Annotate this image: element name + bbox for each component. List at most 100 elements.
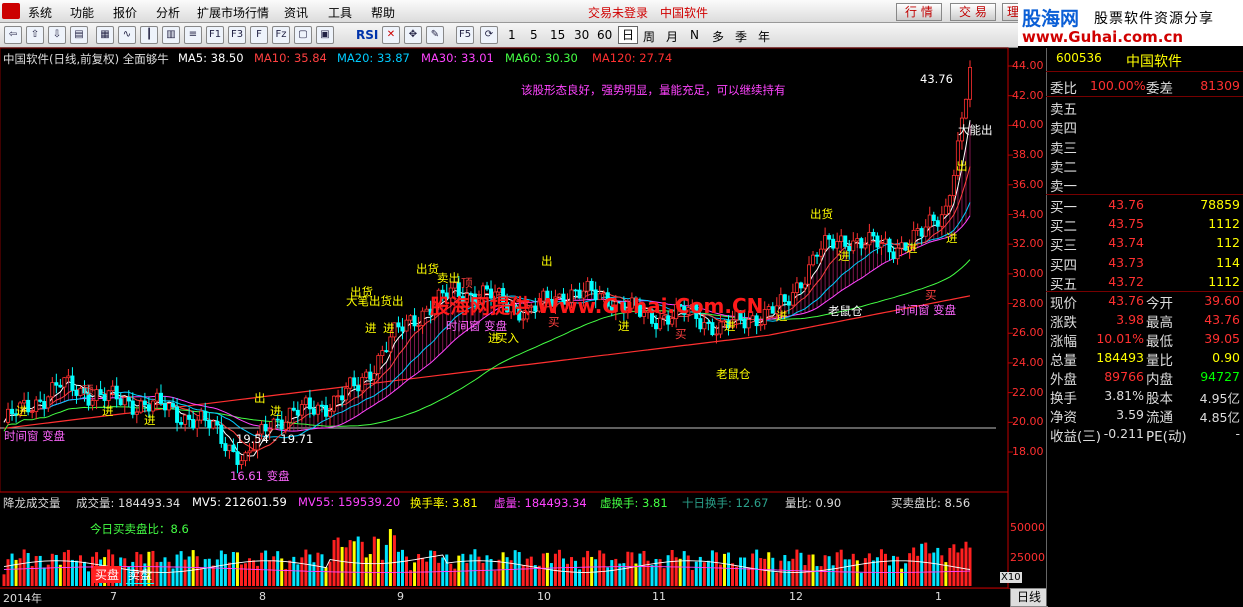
- candle-body: [863, 244, 868, 249]
- quote-stat-value: 0.90: [1212, 350, 1240, 365]
- quote-stat-label: 净资: [1050, 410, 1077, 426]
- candle-body: [839, 235, 844, 242]
- candle-body: [931, 214, 936, 222]
- candle-body: [54, 382, 59, 386]
- volume-bar: [602, 553, 606, 586]
- volume-bar: [690, 569, 694, 586]
- volume-bar: [244, 563, 247, 586]
- candle-body: [360, 377, 365, 392]
- candle-body: [6, 408, 11, 423]
- volume-bar: [26, 553, 30, 586]
- volume-bar: [461, 553, 465, 586]
- candle-body: [831, 238, 836, 249]
- quote-stat-value: 39.60: [1204, 293, 1240, 308]
- buy-volume-button[interactable]: 买盘: [93, 566, 122, 583]
- ask-level-label: 卖五: [1050, 102, 1077, 118]
- candle-body: [150, 400, 155, 412]
- candle-body: [271, 418, 276, 430]
- volume-bar: [356, 536, 360, 586]
- volume-bar: [256, 565, 260, 586]
- volume-bar: [211, 565, 215, 586]
- candle-body: [162, 403, 167, 411]
- banner-slogan: 股票软件资源分享: [1094, 11, 1214, 27]
- volume-bar: [203, 559, 207, 586]
- volume-bar: [582, 557, 586, 586]
- bid-level-volume: 114: [1216, 254, 1240, 270]
- volume-bar: [469, 554, 473, 586]
- candle-body: [372, 373, 377, 380]
- chart-annotation: 买: [548, 315, 560, 329]
- candle-body: [336, 395, 341, 398]
- price-axis-label: 30.00: [1012, 266, 1044, 280]
- volume-bar: [87, 571, 91, 586]
- quote-separator: [1046, 71, 1243, 72]
- price-axis-label: 36.00: [1012, 177, 1044, 191]
- ask-level-label: 卖四: [1050, 121, 1077, 138]
- quote-stat-value: 3.59: [1116, 407, 1144, 422]
- ask-level-label: 卖二: [1050, 159, 1077, 176]
- candle-body: [798, 282, 803, 289]
- volume-bar: [296, 564, 300, 586]
- candle-body: [247, 450, 252, 454]
- volume-bar: [70, 559, 74, 586]
- candle-body: [396, 322, 401, 328]
- volume-bar: [360, 541, 364, 586]
- candle-body: [408, 315, 413, 321]
- candle-body: [223, 443, 228, 452]
- weibi-label: 委比: [1050, 81, 1077, 97]
- volume-bar: [199, 567, 203, 586]
- candle-body: [778, 294, 783, 307]
- price-axis-label: 40.00: [1012, 118, 1044, 132]
- volume-bar: [372, 536, 376, 586]
- bid-level-price: 43.75: [1108, 216, 1144, 232]
- candle-body: [802, 283, 807, 289]
- volume-bar: [268, 560, 272, 586]
- candle-body: [875, 235, 880, 248]
- volume-bar: [706, 560, 710, 586]
- chart-annotation: 进: [776, 309, 788, 323]
- chart-annotation: 卖出: [437, 271, 460, 285]
- candle-body: [368, 371, 373, 380]
- volume-bar: [775, 572, 779, 586]
- volume-bar: [320, 554, 324, 586]
- volume-bar: [578, 569, 582, 586]
- date-label-11: 11: [652, 590, 666, 603]
- quote-stat-label: 最高: [1146, 315, 1173, 331]
- volume-bar: [497, 559, 501, 586]
- candle-body: [416, 325, 421, 327]
- volume-bar: [227, 562, 231, 586]
- bid-level-volume: 1112: [1208, 273, 1240, 289]
- volume-bar: [276, 551, 280, 586]
- chart-annotation: 大笔出货出: [346, 294, 404, 308]
- volume-bar: [384, 544, 388, 586]
- volume-bar: [396, 551, 400, 586]
- volume-bar: [280, 558, 284, 586]
- daily-tab[interactable]: 日线: [1010, 588, 1048, 607]
- stock-name: 中国软件: [1126, 54, 1182, 70]
- volume-bar: [284, 568, 288, 586]
- sell-volume-button[interactable]: 卖盘: [126, 566, 155, 584]
- bid-level-label: 买二: [1050, 219, 1077, 236]
- chart-annotation: 出: [541, 254, 553, 268]
- candle-body: [521, 318, 526, 321]
- bid-level-volume: 78859: [1200, 197, 1240, 212]
- candle-body: [203, 410, 208, 421]
- volume-bar: [755, 549, 759, 586]
- candle-body: [947, 195, 952, 207]
- bid-level-price: 43.72: [1108, 273, 1144, 289]
- chart-annotation: 进: [144, 413, 156, 427]
- candle-body: [388, 336, 393, 353]
- volume-bar: [308, 554, 312, 586]
- candle-body: [963, 98, 968, 119]
- candle-body: [30, 411, 35, 413]
- bid-level-label: 买四: [1050, 257, 1077, 274]
- candle-body: [340, 395, 345, 401]
- candle-body: [102, 394, 107, 401]
- volume-bar: [400, 549, 404, 586]
- quote-stat-label: 量比: [1146, 353, 1173, 369]
- chart-annotation: 买: [925, 288, 937, 302]
- quote-stat-label: 股本: [1146, 391, 1173, 407]
- volume-bar: [465, 563, 469, 586]
- price-axis-label: 22.00: [1012, 385, 1044, 399]
- candle-body: [303, 397, 308, 405]
